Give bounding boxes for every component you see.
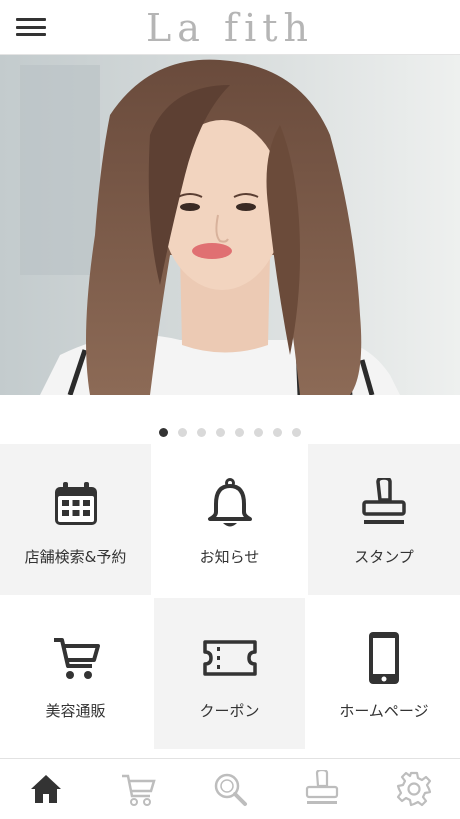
carousel-dot[interactable]	[235, 428, 244, 437]
carousel-dot[interactable]	[159, 428, 168, 437]
carousel-dot[interactable]	[292, 428, 301, 437]
tile-label: お知らせ	[199, 548, 260, 566]
carousel-dot[interactable]	[254, 428, 263, 437]
gear-icon	[396, 771, 432, 807]
tab-settings[interactable]	[384, 761, 444, 817]
news-tile[interactable]: お知らせ	[154, 444, 305, 595]
cart-icon	[122, 774, 156, 806]
tab-stamp[interactable]	[292, 761, 352, 817]
tile-label: 美容通販	[45, 702, 106, 720]
carousel-dot[interactable]	[273, 428, 282, 437]
calendar-icon	[54, 482, 97, 525]
carousel-dot[interactable]	[178, 428, 187, 437]
beauty-shop-tile[interactable]: 美容通販	[0, 598, 151, 749]
bell-icon	[207, 478, 252, 527]
app-logo: La fith	[146, 6, 314, 50]
stamp-tile[interactable]: スタンプ	[308, 444, 460, 595]
tile-label: スタンプ	[354, 548, 414, 566]
tab-home[interactable]	[16, 761, 76, 817]
cart-icon	[53, 638, 100, 679]
tab-search[interactable]	[200, 761, 260, 817]
tile-label: 店舗検索&予約	[24, 548, 127, 566]
store-search-reservation-tile[interactable]: 店舗検索&予約	[0, 444, 151, 595]
tab-shop[interactable]	[108, 761, 168, 817]
carousel-dot[interactable]	[216, 428, 225, 437]
hero-carousel-image[interactable]	[0, 55, 460, 395]
bottom-tab-bar	[0, 758, 460, 819]
home-icon	[31, 775, 61, 803]
tile-label: ホームページ	[339, 702, 429, 720]
tile-label: クーポン	[199, 702, 260, 720]
coupon-tile[interactable]: クーポン	[154, 598, 305, 749]
menu-grid: 店舗検索&予約 お知らせ スタンプ 美容通販 クーポン ホームページ	[0, 444, 460, 749]
ticket-icon	[202, 640, 257, 676]
carousel-dot[interactable]	[197, 428, 206, 437]
search-icon	[214, 773, 247, 806]
stamp-icon	[362, 478, 406, 524]
smartphone-icon	[369, 632, 399, 684]
stamp-icon	[305, 770, 339, 804]
carousel-dots	[0, 428, 460, 438]
model-photo	[0, 55, 460, 395]
app-header: La fith	[0, 0, 460, 55]
homepage-tile[interactable]: ホームページ	[308, 598, 460, 749]
